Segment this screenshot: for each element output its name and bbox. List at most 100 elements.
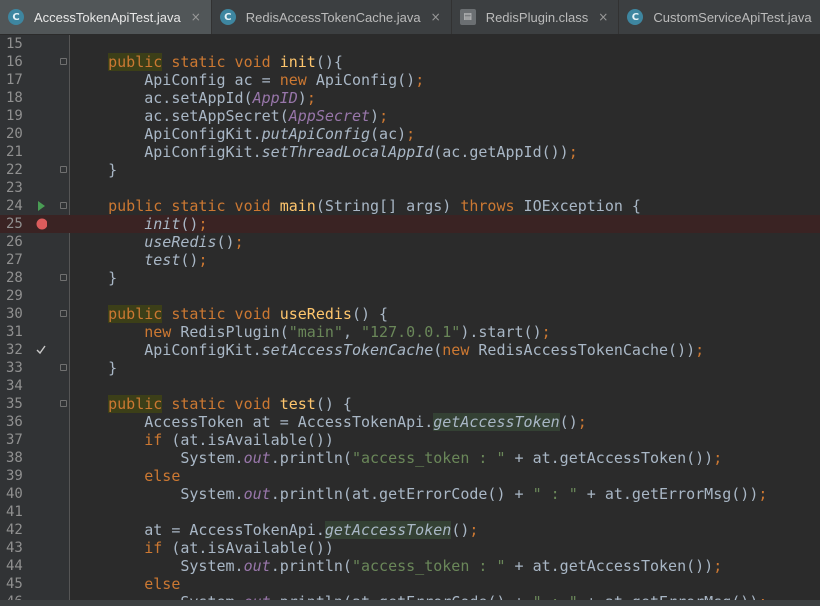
line-number: 19 — [6, 108, 23, 124]
code-line[interactable]: 28 } — [0, 269, 820, 287]
code-line[interactable]: 39 else — [0, 467, 820, 485]
code-token: (at.isAvailable()) — [162, 431, 334, 449]
line-number: 22 — [6, 162, 23, 178]
code-token: throws — [460, 197, 515, 215]
fold-toggle-icon[interactable] — [60, 58, 67, 65]
code-line[interactable]: 17 ApiConfig ac = new ApiConfig(); — [0, 71, 820, 89]
code-token: (ac) — [370, 125, 407, 143]
code-token: ; — [568, 143, 578, 161]
code-token: static void — [162, 305, 280, 323]
close-tab-icon[interactable]: × — [191, 10, 201, 24]
code-token: } — [72, 161, 118, 179]
line-number: 36 — [6, 414, 23, 430]
fold-toggle-icon[interactable] — [60, 364, 67, 371]
code-token: System. — [72, 485, 244, 503]
code-token: .println( — [270, 449, 352, 467]
tab-redisaccesstokencache-java[interactable]: C RedisAccessTokenCache.java × — [212, 0, 452, 34]
line-number: 39 — [6, 468, 23, 484]
line-number: 23 — [6, 180, 23, 196]
fold-toggle-icon[interactable] — [60, 400, 67, 407]
code-line[interactable]: 21 ApiConfigKit.setThreadLocalAppId(ac.g… — [0, 143, 820, 161]
class-file-icon: ▤ — [459, 9, 476, 25]
line-number: 32 — [6, 342, 23, 358]
code-token: (){ — [315, 53, 343, 71]
code-text: new RedisPlugin("main", "127.0.0.1").sta… — [72, 323, 550, 341]
code-token: ) — [370, 107, 380, 125]
code-line[interactable]: 33 } — [0, 359, 820, 377]
tab-customserviceapitest-java[interactable]: CCustomServiceApiTest.java× — [619, 0, 820, 34]
code-line[interactable]: 37 if (at.isAvailable()) — [0, 431, 820, 449]
code-line[interactable]: 20 ApiConfigKit.putApiConfig(ac); — [0, 125, 820, 143]
code-token: ApiConfigKit. — [72, 341, 262, 359]
code-line[interactable]: 30 public static void useRedis() { — [0, 305, 820, 323]
code-text: ac.setAppSecret(AppSecret); — [72, 107, 388, 125]
code-editor[interactable]: 15 16 public static void init(){17 ApiCon… — [0, 35, 820, 606]
code-text: AccessToken at = AccessTokenApi.getAcces… — [72, 413, 587, 431]
code-token: ApiConfig() — [306, 71, 416, 89]
code-line[interactable]: 41 — [0, 503, 820, 521]
code-line[interactable]: 19 ac.setAppSecret(AppSecret); — [0, 107, 820, 125]
code-line[interactable]: 22 } — [0, 161, 820, 179]
code-text: init(); — [72, 215, 207, 233]
code-line[interactable]: 18 ac.setAppId(AppID); — [0, 89, 820, 107]
code-line[interactable]: 31 new RedisPlugin("main", "127.0.0.1").… — [0, 323, 820, 341]
code-token: init — [144, 215, 181, 233]
code-line[interactable]: 26 useRedis(); — [0, 233, 820, 251]
code-token: out — [243, 485, 271, 503]
code-line[interactable]: 29 — [0, 287, 820, 305]
code-line[interactable]: 40 System.out.println(at.getErrorCode() … — [0, 485, 820, 503]
code-token: useRedis — [279, 305, 352, 323]
code-line[interactable]: 35 public static void test() { — [0, 395, 820, 413]
code-token: at = AccessTokenApi. — [72, 521, 325, 539]
code-text: public static void useRedis() { — [72, 305, 388, 323]
code-line[interactable]: 23 — [0, 179, 820, 197]
code-text: if (at.isAvailable()) — [72, 431, 334, 449]
line-number: 27 — [6, 252, 23, 268]
line-number: 30 — [6, 306, 23, 322]
code-token: .println( — [270, 557, 352, 575]
code-token: test — [279, 395, 316, 413]
fold-toggle-icon[interactable] — [60, 202, 67, 209]
code-line[interactable]: 44 System.out.println("access_token : " … — [0, 557, 820, 575]
breakpoint-icon[interactable] — [33, 215, 48, 233]
close-tab-icon[interactable]: × — [598, 10, 608, 24]
code-token: if — [144, 539, 163, 557]
code-line[interactable]: 38 System.out.println("access_token : " … — [0, 449, 820, 467]
code-token: ; — [406, 125, 416, 143]
code-token: setThreadLocalAppId — [261, 143, 434, 161]
tab-redisplugin-class[interactable]: ▤ RedisPlugin.class × — [452, 0, 620, 34]
code-text: } — [72, 269, 117, 287]
run-arrow-icon[interactable] — [33, 197, 47, 215]
code-token: ; — [469, 521, 479, 539]
code-line[interactable]: 45 else — [0, 575, 820, 593]
code-line[interactable]: 36 AccessToken at = AccessTokenApi.getAc… — [0, 413, 820, 431]
code-token: putApiConfig — [261, 125, 371, 143]
code-line[interactable]: 27 test(); — [0, 251, 820, 269]
close-tab-icon[interactable]: × — [431, 10, 441, 24]
code-token: public — [108, 395, 163, 413]
line-number: 41 — [6, 504, 23, 520]
code-line[interactable]: 16 public static void init(){ — [0, 53, 820, 71]
code-token: AccessToken at = AccessTokenApi. — [72, 413, 434, 431]
code-line[interactable]: 15 — [0, 35, 820, 53]
checkmark-icon — [33, 341, 47, 359]
code-line[interactable]: 25 init(); — [0, 215, 820, 233]
code-line[interactable]: 32 ApiConfigKit.setAccessTokenCache(new … — [0, 341, 820, 359]
code-token: () — [559, 413, 578, 431]
code-token: ; — [577, 413, 587, 431]
tab-accesstokenapitest-java[interactable]: C AccessTokenApiTest.java × — [0, 0, 212, 34]
code-token: () — [180, 215, 199, 233]
code-line[interactable]: 42 at = AccessTokenApi.getAccessToken(); — [0, 521, 820, 539]
code-line[interactable]: 34 — [0, 377, 820, 395]
code-text: public static void main(String[] args) t… — [72, 197, 641, 215]
code-token: ).start() — [460, 323, 542, 341]
fold-toggle-icon[interactable] — [60, 166, 67, 173]
code-line[interactable]: 24 public static void main(String[] args… — [0, 197, 820, 215]
horizontal-scrollbar[interactable] — [0, 600, 820, 606]
fold-toggle-icon[interactable] — [60, 274, 67, 281]
code-line[interactable]: 43 if (at.isAvailable()) — [0, 539, 820, 557]
fold-toggle-icon[interactable] — [60, 310, 67, 317]
